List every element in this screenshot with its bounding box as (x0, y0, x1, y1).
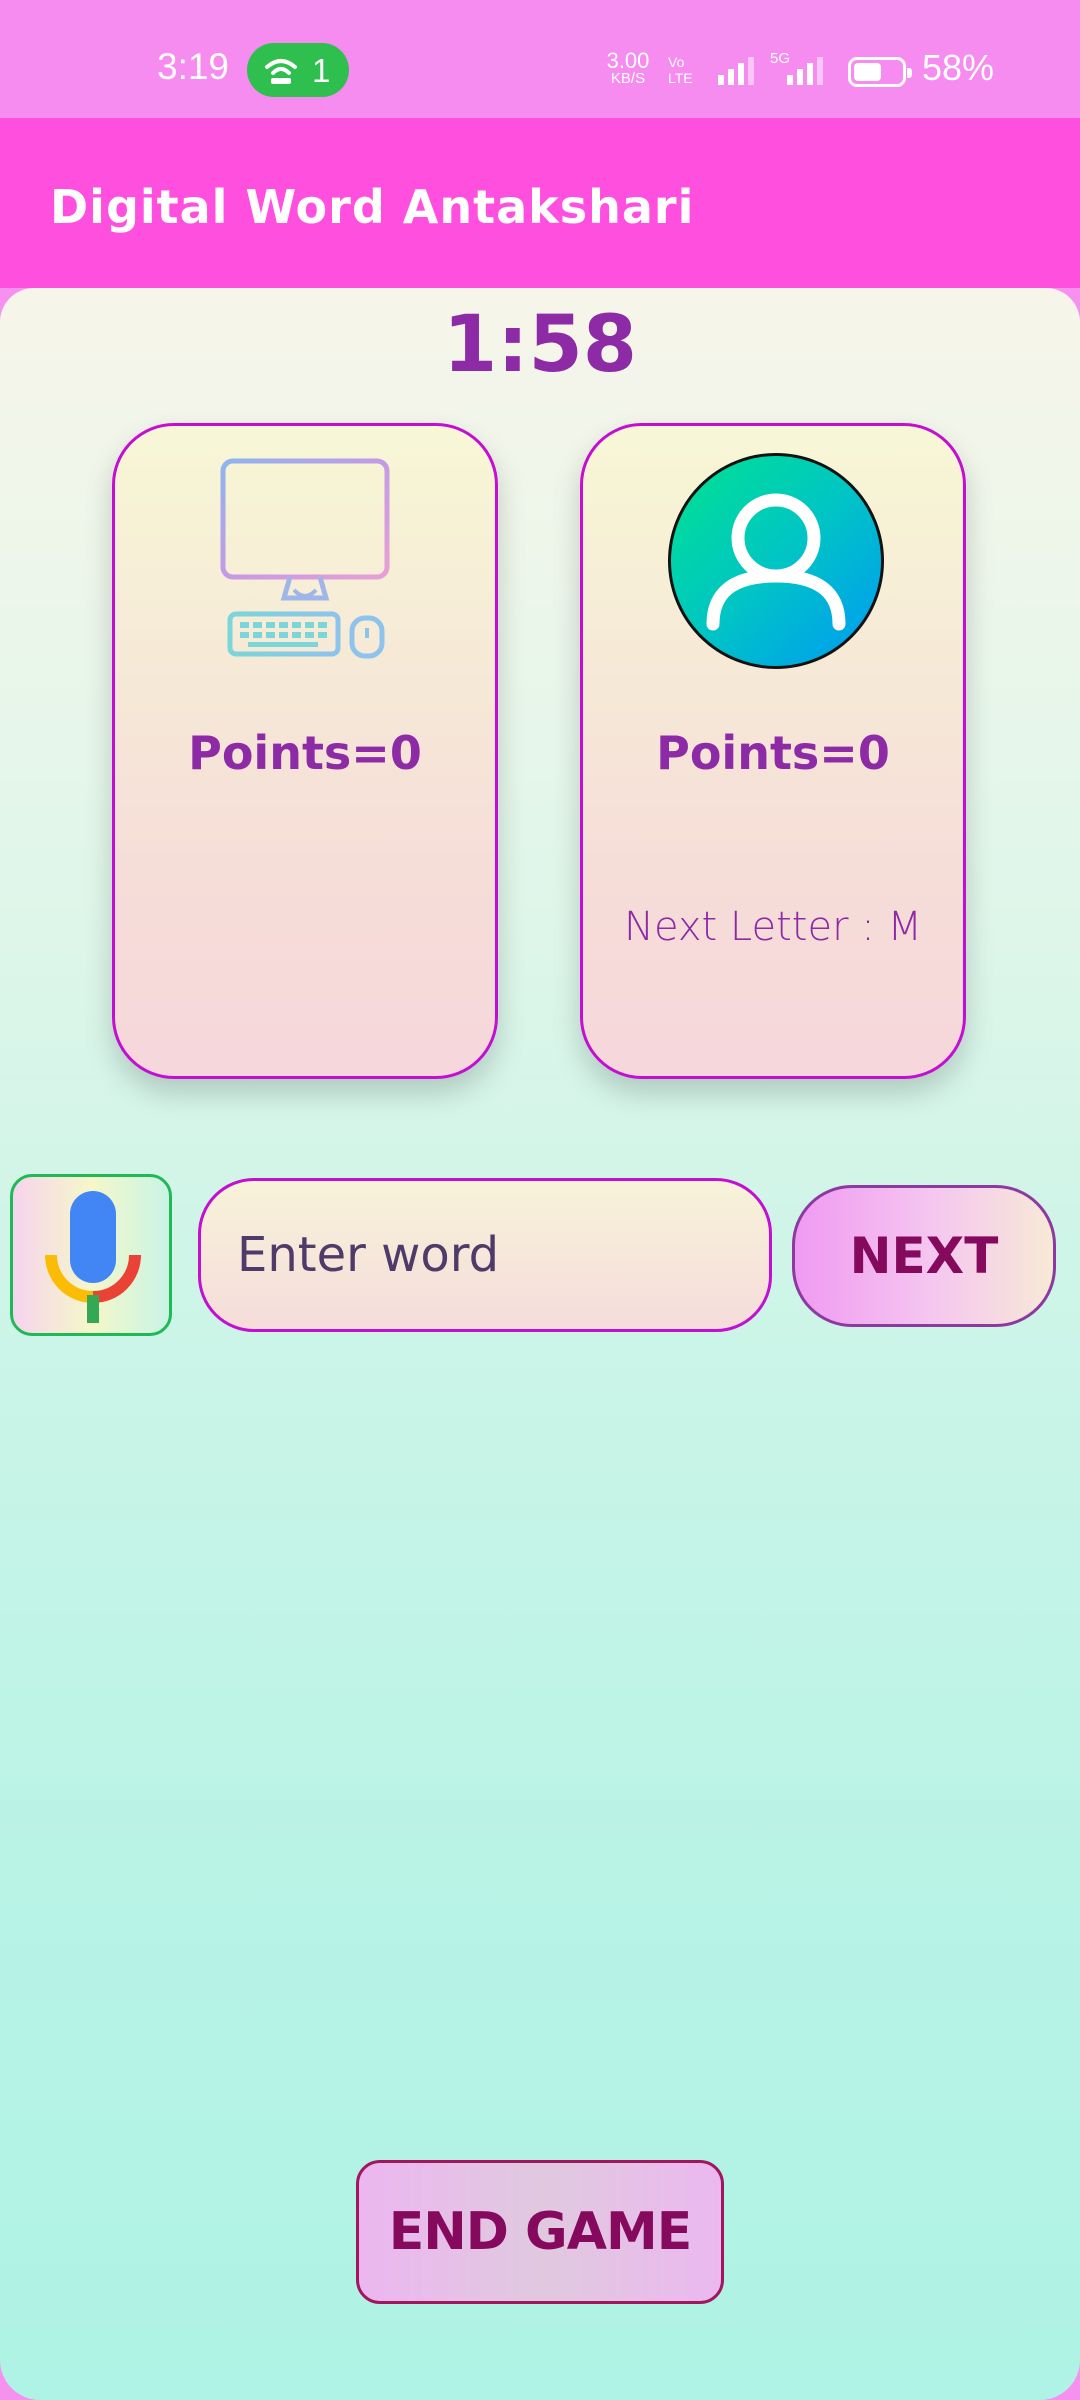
hotspot-icon (265, 59, 297, 84)
battery-percent: 58% (922, 47, 995, 88)
hotspot-pill[interactable]: 1 (247, 43, 349, 97)
app-bar: Digital Word Antakshari (0, 118, 1080, 288)
player-points: Points=0 (656, 726, 890, 780)
battery-icon (848, 57, 912, 87)
speed-value: 3.00 (606, 48, 650, 73)
word-input[interactable] (198, 1178, 772, 1332)
signal-5g-icon (787, 57, 823, 85)
computer-icon (220, 458, 390, 659)
volte-indicator: Vo LTE (668, 54, 693, 86)
computer-card: Points=0 (112, 423, 498, 1079)
network-speed: 3.00 KB/S (603, 48, 653, 88)
next-letter-hint: Next Letter : M (624, 904, 922, 950)
battery-level (854, 63, 881, 81)
next-button[interactable]: NEXT (792, 1185, 1056, 1327)
computer-points: Points=0 (188, 726, 422, 780)
hotspot-count: 1 (312, 52, 331, 89)
microphone-icon (45, 1191, 141, 1323)
microphone-button[interactable] (10, 1174, 172, 1336)
player-card: Points=0 Next Letter : M (580, 423, 966, 1079)
volte-top: Vo (668, 54, 685, 70)
app-title: Digital Word Antakshari (50, 180, 695, 234)
volte-bottom: LTE (668, 70, 693, 86)
status-time: 3:19 (157, 46, 230, 87)
game-timer: 1:58 (442, 300, 637, 390)
end-game-button[interactable]: END GAME (356, 2160, 724, 2304)
user-avatar-icon (668, 453, 884, 669)
signal-icon (718, 57, 754, 85)
status-bar: 3:19 1 3.00 KB/S Vo LTE 5G 58% (0, 0, 1080, 118)
